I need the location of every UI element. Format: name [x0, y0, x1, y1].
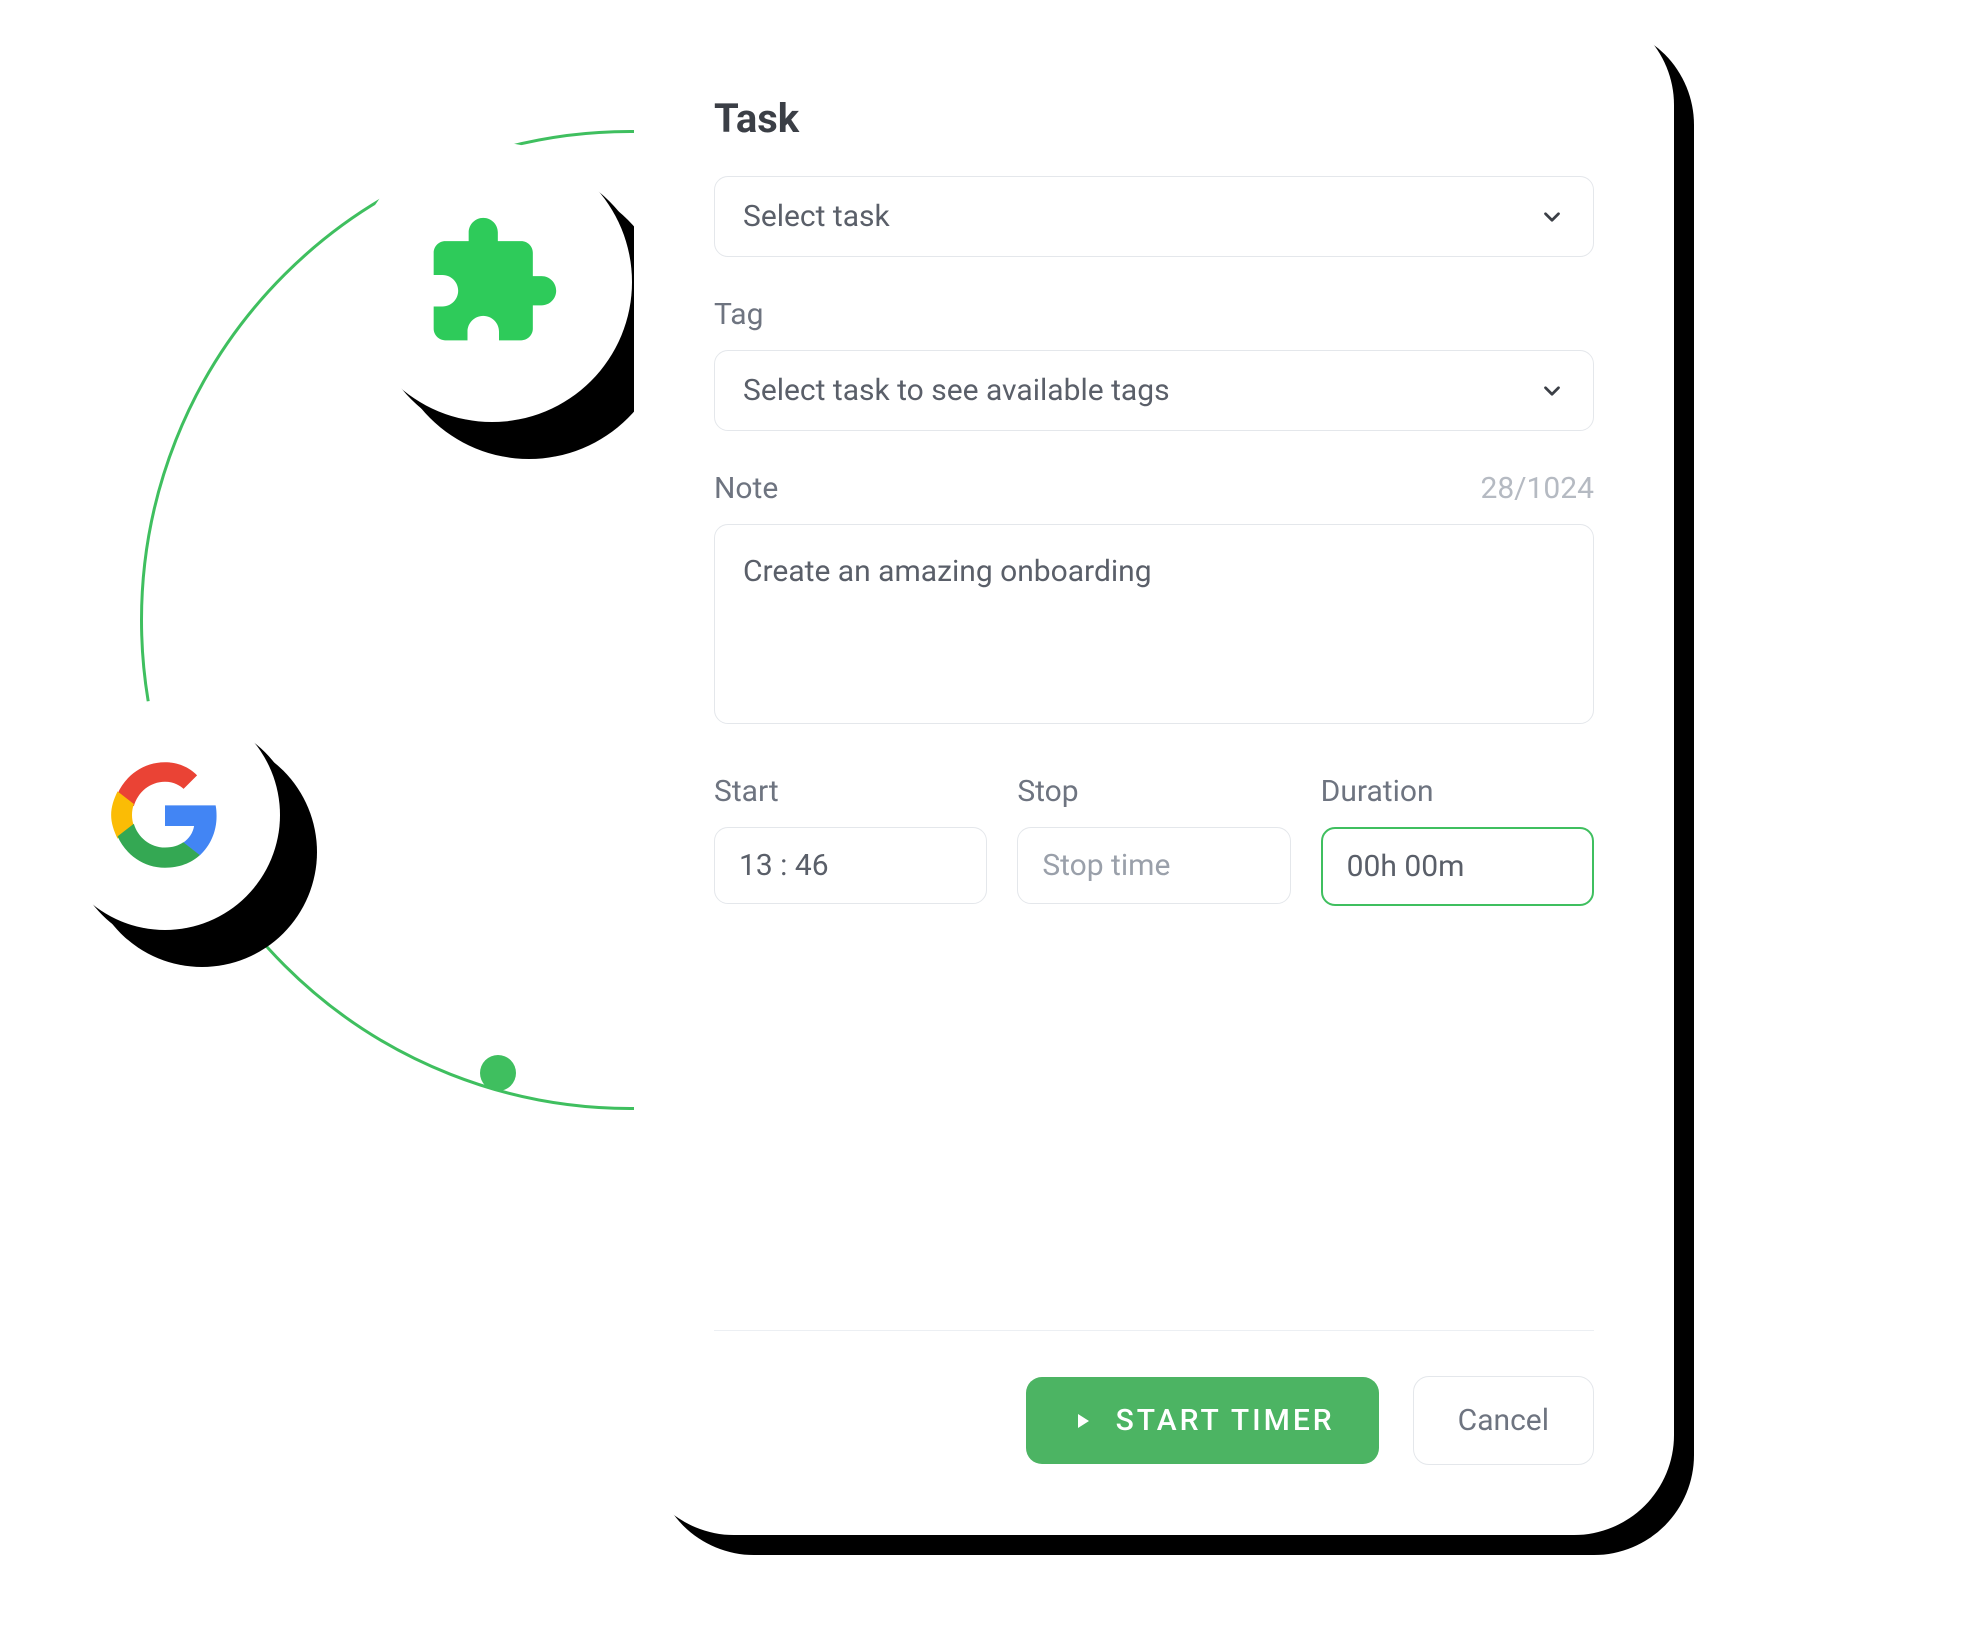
start-time-input[interactable]: 13 : 46	[714, 827, 987, 904]
tag-select[interactable]: Select task to see available tags	[714, 350, 1594, 431]
duration-label: Duration	[1321, 774, 1594, 809]
note-counter: 28/1024	[1480, 471, 1594, 506]
puzzle-icon	[422, 212, 562, 352]
start-timer-label: START TIMER	[1116, 1403, 1335, 1438]
start-timer-button[interactable]: START TIMER	[1026, 1377, 1379, 1464]
google-icon	[110, 760, 220, 870]
stop-time-input[interactable]: Stop time	[1017, 827, 1290, 904]
start-label: Start	[714, 774, 987, 809]
decorative-arc-dot	[480, 1055, 516, 1091]
google-badge	[50, 700, 280, 930]
divider	[714, 1330, 1594, 1331]
task-select[interactable]: Select task	[714, 176, 1594, 257]
extension-badge	[352, 142, 632, 422]
cancel-label: Cancel	[1458, 1403, 1549, 1438]
note-input[interactable]	[714, 524, 1594, 724]
note-label: Note	[714, 471, 778, 506]
cancel-button[interactable]: Cancel	[1413, 1376, 1594, 1465]
chevron-down-icon	[1539, 378, 1565, 404]
play-icon	[1070, 1409, 1094, 1433]
chevron-down-icon	[1539, 204, 1565, 230]
stop-label: Stop	[1017, 774, 1290, 809]
tag-label: Tag	[714, 297, 1594, 332]
card-title: Task	[714, 95, 1594, 142]
duration-input[interactable]: 00h 00m	[1321, 827, 1594, 906]
tag-select-placeholder: Select task to see available tags	[743, 373, 1170, 408]
task-card: Task Select task Tag Select task to see …	[634, 5, 1674, 1535]
task-select-placeholder: Select task	[743, 199, 890, 234]
